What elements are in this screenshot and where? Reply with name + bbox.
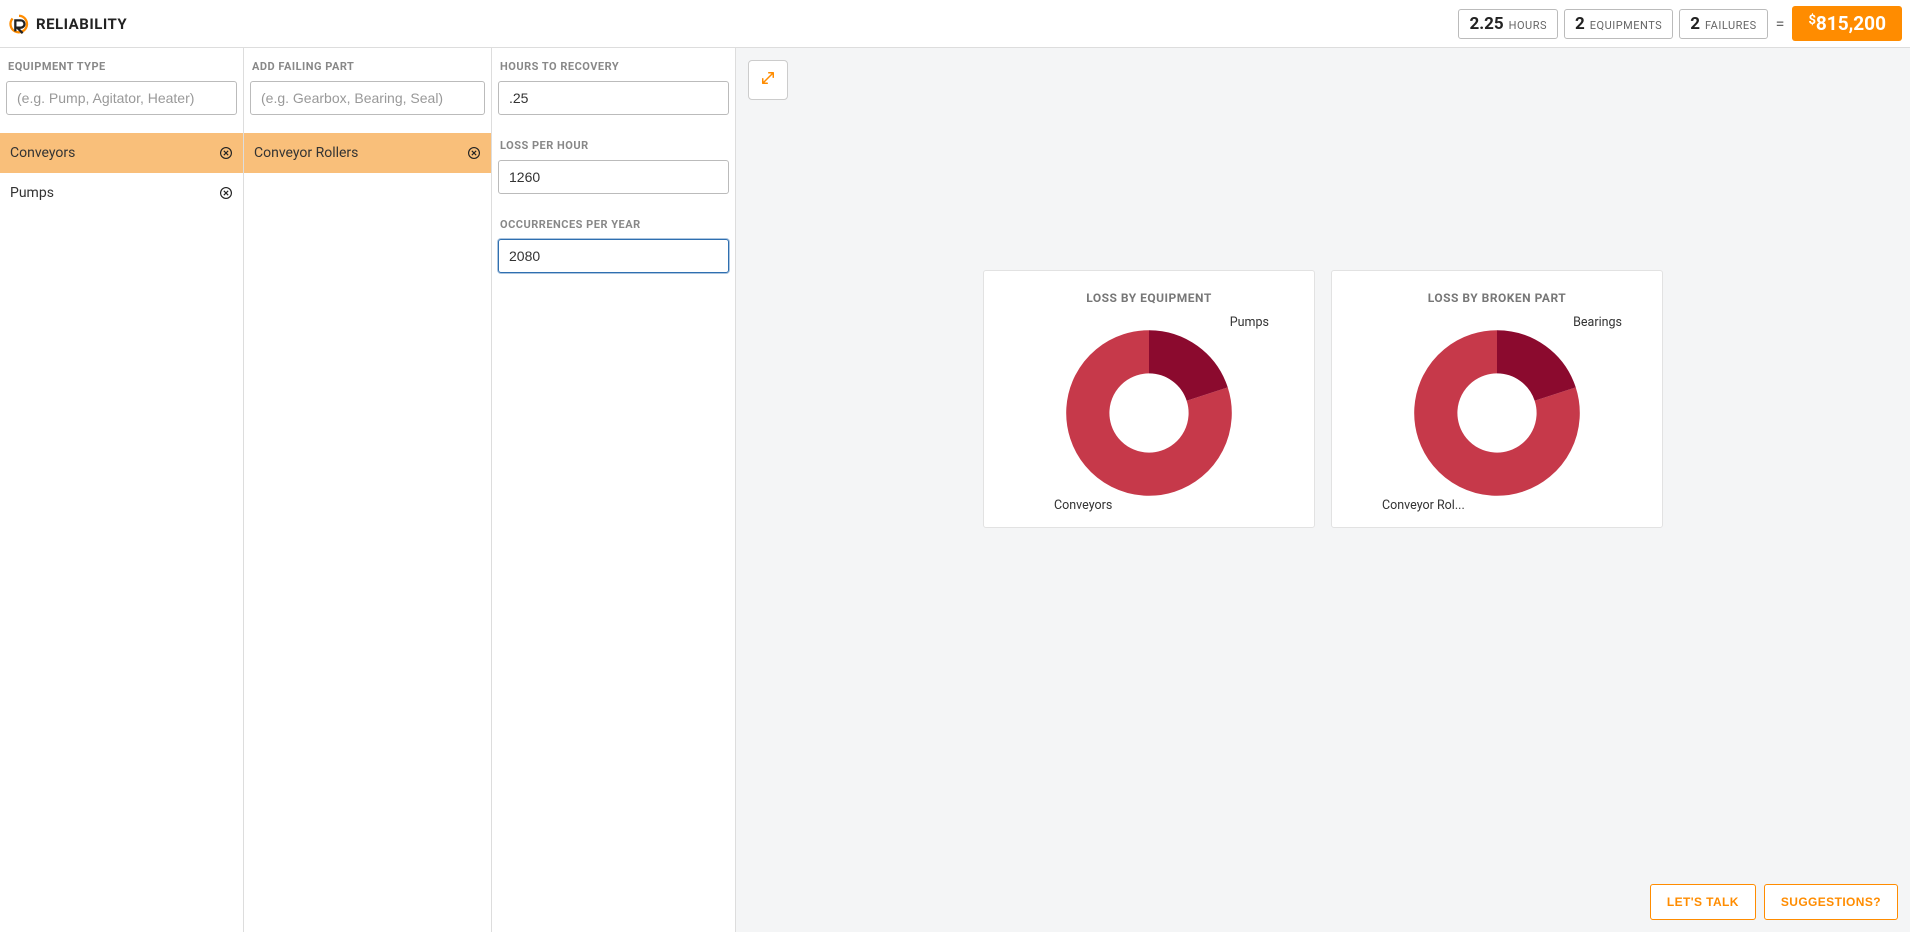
stat-failures: 2 FAILURES bbox=[1679, 9, 1767, 39]
loss-per-hour-input[interactable] bbox=[498, 160, 729, 194]
stat-equipments-value: 2 bbox=[1575, 14, 1585, 34]
parameters-panel: HOURS TO RECOVERY LOSS PER HOUR OCCURREN… bbox=[492, 48, 736, 932]
brand-text: RELIABILITY bbox=[36, 15, 127, 33]
total-loss: $815,200 bbox=[1792, 6, 1902, 41]
list-item-label: Conveyors bbox=[10, 145, 75, 161]
chart-label-major: Conveyors bbox=[1054, 498, 1112, 513]
equipment-type-label: EQUIPMENT TYPE bbox=[6, 60, 237, 73]
hours-to-recovery-label: HOURS TO RECOVERY bbox=[498, 60, 729, 73]
logo-icon bbox=[8, 13, 30, 35]
occurrences-label: OCCURRENCES PER YEAR bbox=[498, 218, 729, 231]
chart-loss-by-equipment: LOSS BY EQUIPMENT Pumps Conveyors bbox=[983, 270, 1315, 528]
header-stats: 2.25 HOURS 2 EQUIPMENTS 2 FAILURES = $81… bbox=[1458, 6, 1902, 41]
chart-label-minor: Pumps bbox=[1230, 315, 1269, 330]
delete-icon[interactable] bbox=[219, 186, 233, 200]
failing-part-item-conveyor-rollers[interactable]: Conveyor Rollers bbox=[244, 133, 491, 173]
app-header: RELIABILITY 2.25 HOURS 2 EQUIPMENTS 2 FA… bbox=[0, 0, 1910, 48]
expand-button[interactable] bbox=[748, 60, 788, 100]
chart-loss-by-part: LOSS BY BROKEN PART Bearings Conveyor Ro… bbox=[1331, 270, 1663, 528]
failing-part-input[interactable] bbox=[250, 81, 485, 115]
chart-label-major: Conveyor Rol... bbox=[1382, 498, 1465, 513]
stat-failures-label: FAILURES bbox=[1705, 19, 1757, 32]
delete-icon[interactable] bbox=[467, 146, 481, 160]
main-area: EQUIPMENT TYPE Conveyors Pumps ADD FAILI… bbox=[0, 48, 1910, 932]
delete-icon[interactable] bbox=[219, 146, 233, 160]
failing-part-panel: ADD FAILING PART Conveyor Rollers bbox=[244, 48, 492, 932]
lets-talk-button[interactable]: LET'S TALK bbox=[1650, 884, 1756, 920]
donut-svg bbox=[1059, 323, 1239, 503]
donut-chart: Bearings Conveyor Rol... bbox=[1407, 323, 1587, 503]
logo: RELIABILITY bbox=[8, 13, 127, 35]
stat-hours-label: HOURS bbox=[1509, 19, 1547, 32]
hours-to-recovery-input[interactable] bbox=[498, 81, 729, 115]
stat-equipments: 2 EQUIPMENTS bbox=[1564, 9, 1673, 39]
dashboard-area: LOSS BY EQUIPMENT Pumps Conveyors LOSS B… bbox=[736, 48, 1910, 932]
failing-part-label: ADD FAILING PART bbox=[250, 60, 485, 73]
chart-label-minor: Bearings bbox=[1573, 315, 1622, 330]
stat-hours: 2.25 HOURS bbox=[1458, 9, 1558, 39]
equipment-list: Conveyors Pumps bbox=[0, 133, 243, 213]
footer-buttons: LET'S TALK SUGGESTIONS? bbox=[1650, 884, 1898, 920]
list-item-label: Conveyor Rollers bbox=[254, 145, 358, 161]
failing-part-list: Conveyor Rollers bbox=[244, 133, 491, 173]
loss-per-hour-label: LOSS PER HOUR bbox=[498, 139, 729, 152]
occurrences-input[interactable] bbox=[498, 239, 729, 273]
expand-icon bbox=[759, 69, 777, 91]
equipment-type-input[interactable] bbox=[6, 81, 237, 115]
donut-chart: Pumps Conveyors bbox=[1059, 323, 1239, 503]
stat-equipments-label: EQUIPMENTS bbox=[1590, 19, 1662, 32]
list-item-label: Pumps bbox=[10, 185, 54, 201]
equipment-item-pumps[interactable]: Pumps bbox=[0, 173, 243, 213]
chart-title: LOSS BY EQUIPMENT bbox=[994, 291, 1304, 305]
equipment-item-conveyors[interactable]: Conveyors bbox=[0, 133, 243, 173]
stat-failures-value: 2 bbox=[1690, 14, 1700, 34]
chart-title: LOSS BY BROKEN PART bbox=[1342, 291, 1652, 305]
currency-symbol: $ bbox=[1808, 13, 1815, 28]
total-value: 815,200 bbox=[1816, 12, 1886, 35]
donut-svg bbox=[1407, 323, 1587, 503]
stat-hours-value: 2.25 bbox=[1469, 14, 1503, 34]
equals-sign: = bbox=[1776, 14, 1785, 33]
equipment-type-panel: EQUIPMENT TYPE Conveyors Pumps bbox=[0, 48, 244, 932]
charts-row: LOSS BY EQUIPMENT Pumps Conveyors LOSS B… bbox=[748, 270, 1898, 528]
suggestions-button[interactable]: SUGGESTIONS? bbox=[1764, 884, 1898, 920]
